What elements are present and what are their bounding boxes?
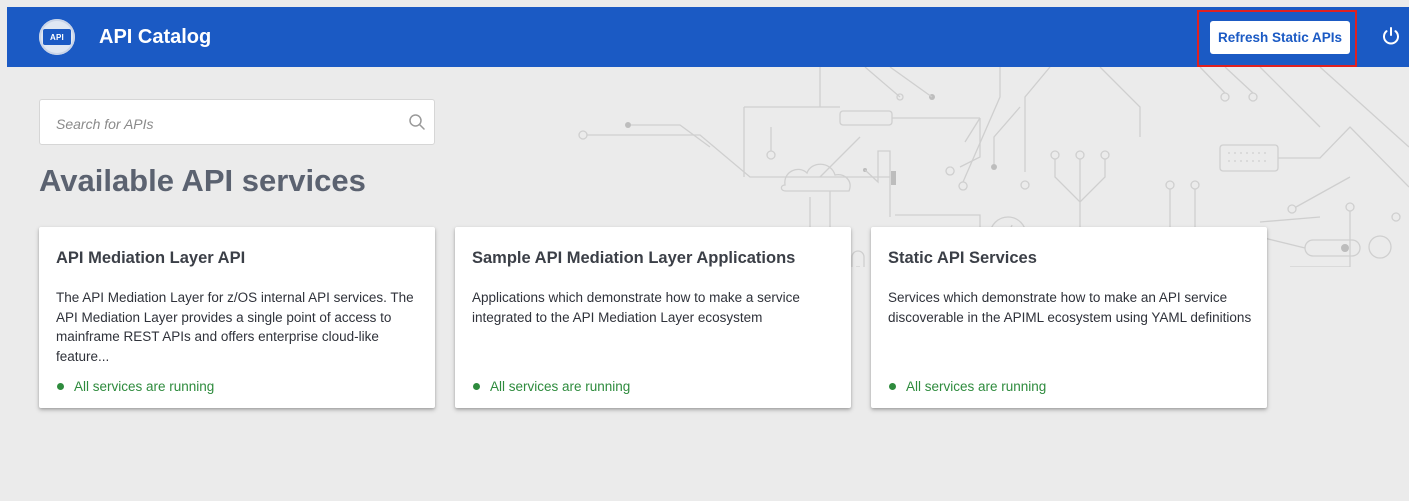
top-app-bar: API API Catalog Refresh Static APIs — [7, 7, 1409, 67]
logo-mark: API — [43, 29, 71, 45]
search-icon[interactable] — [408, 113, 426, 131]
service-tile[interactable]: Static API Services Services which demon… — [871, 227, 1267, 408]
tile-description: The API Mediation Layer for z/OS interna… — [56, 290, 414, 364]
tile-status-text: All services are running — [490, 379, 631, 394]
tile-description: Applications which demonstrate how to ma… — [472, 290, 800, 325]
tile-status: All services are running — [888, 379, 1046, 394]
service-tile[interactable]: API Mediation Layer API The API Mediatio… — [39, 227, 435, 408]
tile-status-text: All services are running — [74, 379, 215, 394]
power-icon[interactable] — [1379, 24, 1403, 48]
tile-title: Sample API Mediation Layer Applications — [472, 249, 796, 267]
tile-status: All services are running — [56, 379, 214, 394]
app-title: API Catalog — [99, 26, 212, 48]
tile-title: Static API Services — [888, 249, 1037, 267]
tile-description: Services which demonstrate how to make a… — [888, 290, 1252, 325]
tile-status-text: All services are running — [906, 379, 1047, 394]
search-input[interactable] — [54, 112, 398, 136]
tile-status: All services are running — [472, 379, 630, 394]
search-box — [39, 99, 435, 145]
tile-title: API Mediation Layer API — [56, 249, 246, 267]
status-dot-icon — [889, 383, 896, 390]
page-title: Available API services — [39, 163, 366, 198]
status-dot-icon — [473, 383, 480, 390]
status-dot-icon — [57, 383, 64, 390]
api-catalog-logo: API — [39, 19, 75, 55]
highlight-outline — [1197, 10, 1357, 67]
service-tile[interactable]: Sample API Mediation Layer Applications … — [455, 227, 851, 408]
logo-text: API — [50, 32, 64, 42]
